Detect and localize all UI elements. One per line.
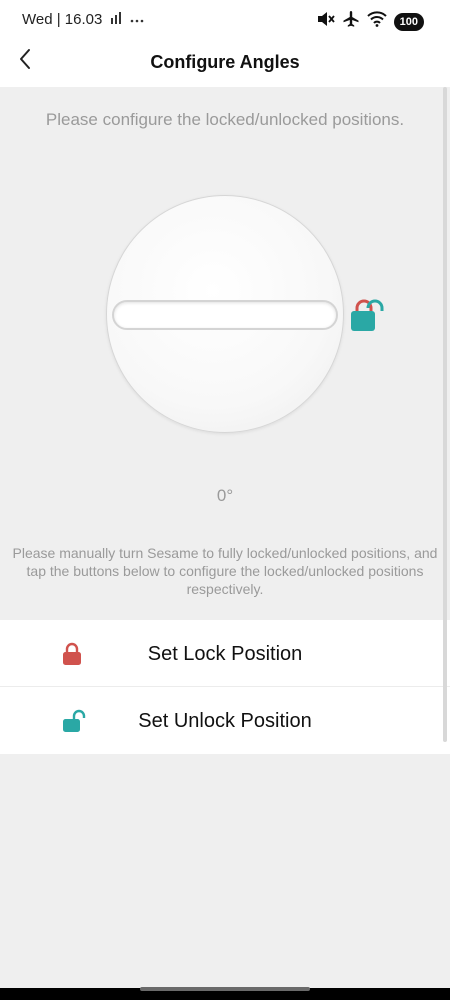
set-lock-position-label: Set Lock Position: [147, 643, 303, 665]
signal-bars-icon: [110, 11, 122, 28]
unlock-icon: [349, 296, 385, 337]
airplane-icon: [342, 10, 360, 33]
header: Configure Angles: [0, 40, 450, 87]
set-unlock-position-button[interactable]: Set Unlock Position: [0, 687, 450, 754]
angle-readout: 0°: [216, 486, 234, 505]
status-time: Wed | 16.03: [22, 11, 103, 28]
mute-icon: [317, 11, 335, 32]
dial-thumb-bar: [112, 300, 338, 330]
battery-icon: 100: [393, 12, 424, 31]
status-right: 100: [317, 10, 424, 33]
more-dots-icon: [130, 11, 144, 28]
status-bar: Wed | 16.03 100: [0, 0, 450, 40]
intro-text: Please configure the locked/unlocked pos…: [45, 110, 405, 129]
set-unlock-position-label: Set Unlock Position: [138, 710, 312, 732]
page-title: Configure Angles: [150, 52, 300, 72]
scrollbar[interactable]: [443, 87, 447, 742]
wifi-icon: [366, 11, 387, 32]
set-lock-position-button[interactable]: Set Lock Position: [0, 620, 450, 687]
home-indicator[interactable]: [140, 987, 310, 991]
status-left: Wed | 16.03: [22, 11, 144, 28]
action-list: Set Lock Position Set Unlock Position: [0, 620, 450, 754]
instructions-text: Please manually turn Sesame to fully loc…: [12, 545, 438, 597]
